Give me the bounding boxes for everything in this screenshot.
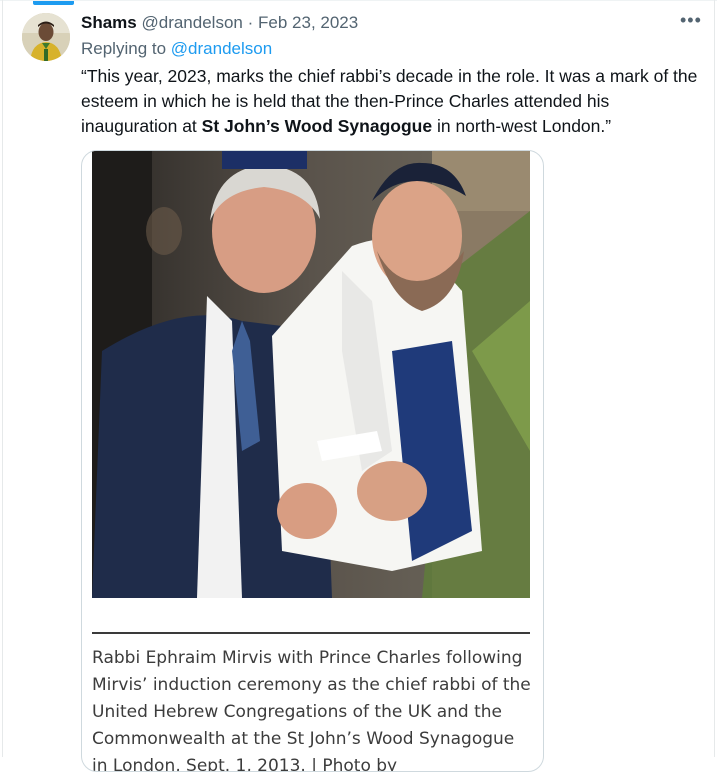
photo-caption: Rabbi Ephraim Mirvis with Prince Charles… (92, 648, 531, 772)
right-border (714, 0, 715, 757)
active-indicator (33, 1, 74, 5)
top-divider (0, 0, 717, 1)
media-card[interactable]: Rabbi Ephraim Mirvis with Prince Charles… (81, 150, 544, 772)
tweet-text: “This year, 2023, marks the chief rabbi’… (81, 64, 707, 139)
replying-to-line: Replying to @drandelson (81, 38, 272, 60)
author-handle[interactable]: @drandelson (141, 13, 242, 32)
avatar[interactable] (22, 13, 70, 61)
left-border (2, 0, 3, 757)
tweet-text-bold: St John’s Wood Synagogue (201, 116, 433, 136)
caption-divider (92, 632, 530, 634)
more-options-icon[interactable]: ••• (680, 10, 702, 31)
replying-to-link[interactable]: @drandelson (171, 39, 272, 58)
replying-prefix: Replying to (81, 39, 167, 58)
tweet-date[interactable]: Feb 23, 2023 (258, 13, 358, 32)
tweet-header: Shams @drandelson · Feb 23, 2023 (81, 12, 358, 34)
author-name[interactable]: Shams (81, 13, 137, 32)
header-separator: · (247, 13, 254, 32)
tweet-text-part2: in north-west London.” (432, 116, 612, 136)
avatar-image (22, 13, 70, 61)
photo-illustration (92, 151, 530, 598)
media-photo[interactable] (92, 151, 530, 598)
